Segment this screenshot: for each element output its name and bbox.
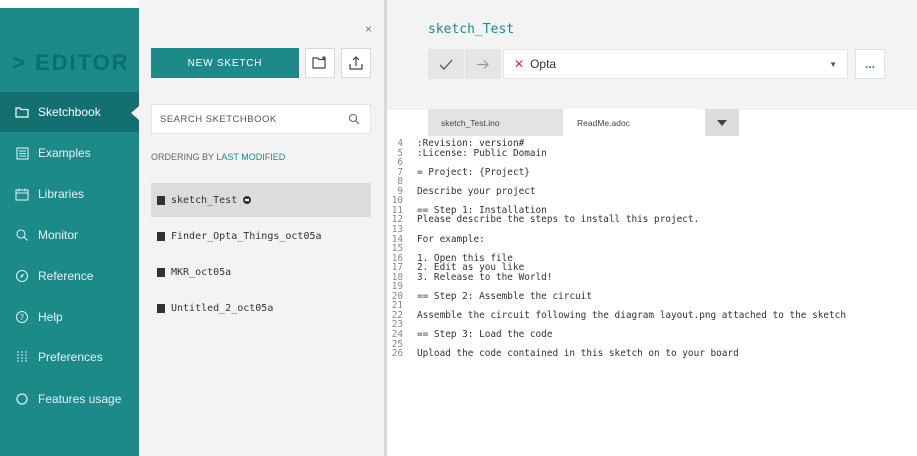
code-line: 9 Describe your project bbox=[387, 185, 536, 197]
line-text: Upload the code contained in this sketch… bbox=[417, 348, 739, 360]
ordering-control[interactable]: ORDERING BY LAST MODIFIED bbox=[151, 152, 285, 162]
list-icon bbox=[14, 145, 30, 161]
sidebar-item-label: Sketchbook bbox=[38, 105, 101, 119]
sliders-icon bbox=[14, 349, 30, 365]
sidebar-item-label: Features usage bbox=[38, 392, 122, 406]
sketch-item[interactable]: sketch_Test bbox=[151, 183, 371, 217]
sketch-item[interactable]: Untitled_2_oct05a bbox=[151, 291, 371, 325]
line-text: Please describe the steps to install thi… bbox=[417, 214, 700, 226]
ordering-value[interactable]: LAST MODIFIED bbox=[216, 152, 285, 162]
sidebar-item-help[interactable]: ? Help bbox=[0, 297, 139, 337]
line-number: 13 bbox=[391, 223, 403, 235]
tab-label: ReadMe.adoc bbox=[577, 117, 630, 128]
board-name: Opta bbox=[530, 57, 557, 71]
svg-text:?: ? bbox=[20, 313, 24, 322]
compass-icon bbox=[14, 268, 30, 284]
sketch-options-icon[interactable] bbox=[243, 196, 252, 204]
sidebar-item-label: Help bbox=[38, 310, 63, 324]
file-icon bbox=[157, 231, 165, 241]
code-editor[interactable]: 4:Revision: version# 5:License: Public Do… bbox=[387, 136, 917, 456]
upload-sketch-button[interactable] bbox=[465, 49, 501, 79]
file-icon bbox=[157, 303, 165, 313]
code-line: 26 Upload the code contained in this sket… bbox=[387, 349, 739, 359]
sketch-name: MKR_oct05a bbox=[171, 266, 232, 278]
line-text: = Project: {Project} bbox=[417, 166, 530, 178]
sidebar-item-examples[interactable]: Examples bbox=[0, 133, 139, 173]
close-icon[interactable]: × bbox=[365, 22, 372, 36]
code-line: 24 == Step 3: Load the code bbox=[387, 329, 553, 340]
sketch-name: Finder_Opta_Things_oct05a bbox=[171, 230, 322, 242]
line-text: :License: Public Domain bbox=[417, 147, 547, 159]
sidebar-top-strip bbox=[0, 0, 139, 8]
chevron-down-icon: ▼ bbox=[829, 60, 837, 69]
check-icon bbox=[439, 59, 453, 70]
line-number: 26 bbox=[391, 348, 403, 360]
search-placeholder: SEARCH SKETCHBOOK bbox=[160, 113, 277, 125]
sketch-item[interactable]: MKR_oct05a bbox=[151, 255, 371, 289]
line-text: Describe your project bbox=[417, 185, 536, 197]
new-folder-button[interactable] bbox=[305, 48, 335, 78]
board-selector[interactable]: ✕ Opta ▼ bbox=[503, 49, 848, 79]
sidebar-item-label: Examples bbox=[38, 146, 91, 160]
sidebar: > EDITOR Sketchbook Examples Libraries M… bbox=[0, 0, 139, 456]
verify-button[interactable] bbox=[428, 49, 464, 79]
line-text: For example: bbox=[417, 233, 485, 245]
more-options-button[interactable]: ... bbox=[855, 49, 885, 79]
code-line: 20 == Step 2: Assemble the circuit bbox=[387, 292, 592, 302]
editor-brand: > EDITOR bbox=[12, 50, 130, 75]
tab-sketch-test-ino[interactable]: sketch_Test.ino bbox=[428, 109, 563, 136]
sidebar-item-features-usage[interactable]: Features usage bbox=[0, 379, 139, 419]
code-line: 22 Assemble the circuit following the dia… bbox=[387, 311, 846, 321]
code-line: 7 = Project: {Project} bbox=[387, 168, 530, 178]
circle-icon bbox=[14, 391, 30, 407]
sketch-item[interactable]: Finder_Opta_Things_oct05a bbox=[151, 219, 371, 253]
folder-icon bbox=[14, 104, 30, 120]
ordering-prefix: ORDERING BY bbox=[151, 152, 214, 162]
disconnected-icon: ✕ bbox=[514, 57, 525, 71]
sketchbook-panel: × NEW SKETCH SEARCH SKETCHBOOK ORDERING … bbox=[139, 0, 384, 456]
arrow-right-icon bbox=[477, 59, 489, 69]
upload-icon bbox=[349, 56, 363, 70]
sidebar-item-label: Libraries bbox=[38, 187, 85, 201]
sidebar-item-libraries[interactable]: Libraries bbox=[0, 174, 139, 214]
sketch-name: Untitled_2_oct05a bbox=[171, 302, 274, 314]
help-icon: ? bbox=[14, 309, 30, 325]
code-line: 5:License: Public Domain bbox=[387, 147, 547, 159]
sidebar-item-preferences[interactable]: Preferences bbox=[0, 337, 139, 377]
sidebar-item-sketchbook[interactable]: Sketchbook bbox=[0, 92, 139, 132]
file-icon bbox=[157, 267, 165, 277]
editor-area: sketch_Test ✕ Opta ▼ ... sketch_Test.ino… bbox=[387, 0, 917, 456]
new-sketch-button[interactable]: NEW SKETCH bbox=[151, 48, 299, 78]
upload-button[interactable] bbox=[341, 48, 371, 78]
line-text: == Step 2: Assemble the circuit bbox=[417, 290, 592, 302]
search-icon bbox=[348, 113, 360, 125]
sidebar-item-label: Monitor bbox=[38, 228, 79, 242]
line-text: Assemble the circuit following the diagr… bbox=[417, 309, 846, 321]
line-text: == Step 3: Load the code bbox=[417, 329, 553, 340]
search-sketchbook-input[interactable]: SEARCH SKETCHBOOK bbox=[151, 104, 371, 134]
code-line: 12 Please describe the steps to install t… bbox=[387, 214, 700, 226]
tab-menu-button[interactable] bbox=[705, 109, 739, 136]
new-folder-icon bbox=[312, 56, 326, 69]
sketch-name: sketch_Test bbox=[171, 194, 238, 206]
tab-label: sketch_Test.ino bbox=[441, 117, 500, 128]
sidebar-item-monitor[interactable]: Monitor bbox=[0, 215, 139, 255]
monitor-icon bbox=[14, 227, 30, 243]
sketch-title: sketch_Test bbox=[428, 22, 515, 37]
sidebar-item-label: Preferences bbox=[38, 350, 103, 364]
tab-readme-adoc[interactable]: ReadMe.adoc bbox=[564, 109, 699, 136]
sidebar-item-reference[interactable]: Reference bbox=[0, 256, 139, 296]
file-icon bbox=[157, 195, 165, 205]
library-icon bbox=[14, 186, 30, 202]
line-text: 3. Release to the World! bbox=[417, 271, 553, 283]
code-line: 18 3. Release to the World! bbox=[387, 271, 553, 283]
code-line: 13 bbox=[387, 225, 417, 235]
triangle-down-icon bbox=[717, 119, 727, 126]
sidebar-item-label: Reference bbox=[38, 269, 94, 283]
